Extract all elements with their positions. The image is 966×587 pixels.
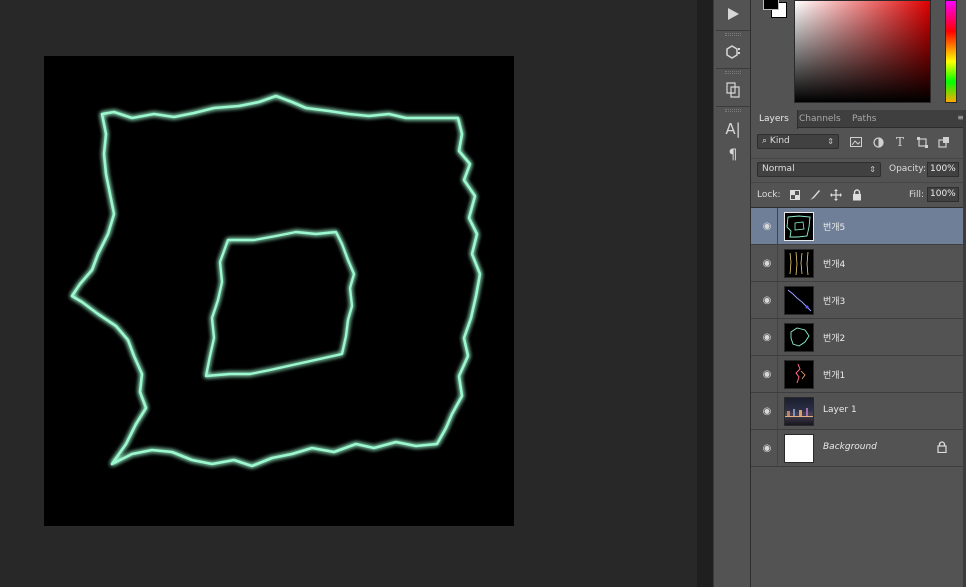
type-filter-icon[interactable]: T [893, 135, 907, 149]
fill-input[interactable]: 100% [927, 187, 959, 202]
tab-channels[interactable]: Channels [791, 110, 849, 128]
lock-image-pixels-icon[interactable] [808, 188, 821, 201]
layer-row[interactable]: ◉ 번개3 [751, 282, 966, 319]
layer-row[interactable]: ◉ Background [751, 430, 966, 467]
chevron-updown-icon: ⇕ [869, 165, 876, 174]
visibility-column-divider [777, 282, 778, 318]
visibility-column-divider [777, 356, 778, 392]
layer-thumbnail [784, 249, 814, 278]
layer-thumbnail [784, 397, 814, 426]
strip-grip[interactable] [725, 71, 741, 74]
lock-fill-row: Lock: Fill: 100% [751, 182, 966, 204]
lock-all-icon[interactable] [850, 188, 863, 201]
visibility-column-divider [777, 245, 778, 281]
layer-thumbnail [784, 286, 814, 315]
lock-label: Lock: [757, 190, 781, 200]
blend-mode-select[interactable]: Normal ⇕ [757, 162, 881, 177]
3d-cube-icon[interactable] [714, 38, 752, 66]
lock-position-icon[interactable] [829, 188, 842, 201]
layer-thumbnail [784, 360, 814, 389]
eye-icon[interactable]: ◉ [760, 294, 774, 306]
layer-name: 번개5 [823, 223, 846, 233]
color-panel [751, 0, 966, 110]
layers-panel: Layers Channels Paths ≡ ⌕ Kind ⇕ T Norma… [751, 110, 966, 587]
inner-lightning-frame [204, 230, 356, 378]
tab-paths[interactable]: Paths [844, 110, 884, 128]
eye-icon[interactable]: ◉ [760, 331, 774, 343]
panel-gutter [697, 0, 713, 587]
layer-name: 번개3 [823, 297, 846, 307]
filter-kind-label: Kind [769, 136, 790, 146]
layer-name: 번개4 [823, 260, 846, 270]
adjustment-filter-icon[interactable] [871, 135, 885, 149]
visibility-column-divider [777, 430, 778, 466]
clone-source-icon[interactable] [714, 76, 752, 104]
layer-row[interactable]: ◉ 번개5 [751, 208, 966, 245]
layer-name: 번개1 [823, 371, 846, 381]
document-canvas[interactable] [44, 56, 514, 526]
eye-icon[interactable]: ◉ [760, 442, 774, 454]
outer-lightning-frame [70, 94, 482, 468]
layer-thumbnail [784, 434, 814, 463]
foreground-color-swatch[interactable] [763, 0, 779, 10]
layer-name: Background [823, 442, 877, 452]
opacity-input[interactable]: 100% [927, 162, 959, 177]
right-panel-dock: Layers Channels Paths ≡ ⌕ Kind ⇕ T Norma… [751, 0, 966, 587]
photoshop-window: A| ¶ Layers Channels Paths ≡ ⌕ Kind ⇕ T … [0, 0, 966, 587]
lock-icon[interactable] [937, 441, 949, 455]
strip-divider [716, 68, 750, 69]
layer-list: ◉ 번개5 ◉ 번개4 ◉ 번개3 ◉ 번개2 ◉ 번개1 ◉ Layer 1 … [751, 207, 966, 467]
strip-divider [716, 106, 750, 107]
strip-grip[interactable] [725, 109, 741, 112]
filter-kind-select[interactable]: ⌕ Kind ⇕ [757, 134, 839, 149]
strip-divider [716, 30, 750, 31]
opacity-label: Opacity: [889, 164, 926, 174]
eye-icon[interactable]: ◉ [760, 220, 774, 232]
workspace [0, 0, 697, 587]
visibility-column-divider [777, 208, 778, 244]
smart-object-filter-icon[interactable] [937, 135, 951, 149]
fill-label: Fill: [909, 190, 925, 200]
color-picker-field[interactable] [794, 0, 931, 103]
panel-icon-strip: A| ¶ [713, 0, 751, 587]
layer-row[interactable]: ◉ 번개2 [751, 319, 966, 356]
image-filter-icon[interactable] [849, 135, 863, 149]
shape-filter-icon[interactable] [915, 135, 929, 149]
layer-row[interactable]: ◉ Layer 1 [751, 393, 966, 430]
chevron-updown-icon: ⇕ [827, 137, 834, 146]
layer-name: 번개2 [823, 334, 846, 344]
strip-grip[interactable] [725, 33, 741, 36]
eye-icon[interactable]: ◉ [760, 405, 774, 417]
lock-transparent-pixels-icon[interactable] [788, 188, 801, 201]
layer-name: Layer 1 [823, 405, 857, 415]
eye-icon[interactable]: ◉ [760, 368, 774, 380]
eye-icon[interactable]: ◉ [760, 257, 774, 269]
layer-row[interactable]: ◉ 번개4 [751, 245, 966, 282]
layer-thumbnail [784, 323, 814, 352]
layer-row[interactable]: ◉ 번개1 [751, 356, 966, 393]
character-icon[interactable]: A| [714, 115, 752, 143]
visibility-column-divider [777, 393, 778, 429]
lightning-artwork [70, 94, 482, 468]
visibility-column-divider [777, 319, 778, 355]
hue-slider[interactable] [945, 0, 957, 103]
layer-thumbnail [784, 212, 814, 241]
blend-opacity-row: Normal ⇕ Opacity: 100% [751, 158, 966, 178]
play-icon[interactable] [714, 0, 752, 28]
blend-mode-value: Normal [762, 164, 795, 174]
paragraph-icon[interactable]: ¶ [714, 141, 752, 169]
layer-filter-row: ⌕ Kind ⇕ T [751, 132, 966, 154]
search-icon: ⌕ [762, 136, 768, 146]
panel-tab-bar: Layers Channels Paths ≡ [751, 110, 966, 129]
